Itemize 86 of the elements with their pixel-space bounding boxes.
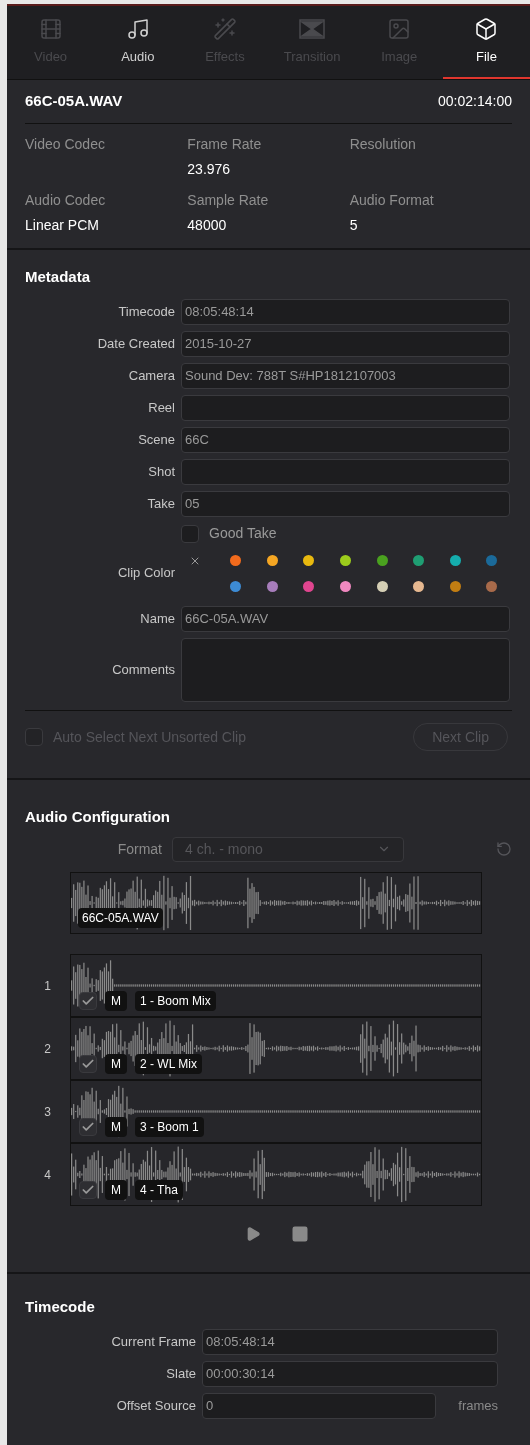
color-swatch[interactable] <box>449 555 461 566</box>
mute-button[interactable]: M <box>105 1117 127 1137</box>
comments-field[interactable] <box>181 637 510 702</box>
color-swatch[interactable] <box>376 580 388 592</box>
text-field[interactable]: 05 <box>181 490 510 517</box>
info-label: Audio Format <box>349 191 435 210</box>
check-icon <box>81 994 95 1008</box>
info-value: Linear PCM <box>25 216 100 235</box>
text-field[interactable]: 08:05:48:14 <box>202 1328 498 1355</box>
tab[interactable]: File <box>442 6 530 79</box>
text-field[interactable]: 08:05:48:14 <box>181 298 510 325</box>
field-label: Reel <box>147 398 175 417</box>
info-label: Frame Rate <box>187 135 263 154</box>
clip-duration: 00:02:14:00 <box>438 92 512 111</box>
color-swatch[interactable] <box>340 555 351 566</box>
field-label: Date Created <box>96 334 175 353</box>
field-label: Offset Source <box>115 1396 196 1415</box>
color-swatch[interactable] <box>486 580 498 592</box>
channel-label: 1 - Boom Mix <box>135 991 216 1011</box>
info-label: Sample Rate <box>187 191 270 210</box>
tab[interactable]: Audio <box>94 6 182 79</box>
field-label: Slate <box>165 1364 196 1383</box>
field-label: Clip Color <box>116 564 175 583</box>
checkbox[interactable] <box>181 524 199 543</box>
info-value: 23.976 <box>187 160 232 179</box>
checkbox[interactable] <box>79 1181 97 1199</box>
color-swatch[interactable] <box>486 555 498 566</box>
text-field[interactable]: 0 <box>202 1392 436 1419</box>
field-label: Shot <box>147 462 175 481</box>
color-swatch[interactable] <box>230 555 242 566</box>
text-field[interactable]: 66C <box>181 426 510 453</box>
checkbox[interactable] <box>79 1055 97 1073</box>
text-field[interactable] <box>181 458 510 485</box>
channel-label: 3 - Boom 1 <box>135 1117 204 1137</box>
color-swatch[interactable] <box>413 555 425 566</box>
field-label: Camera <box>127 366 175 385</box>
section-title: Audio Configuration <box>25 806 171 827</box>
text-field[interactable]: 66C-05A.WAV <box>181 605 510 632</box>
check-icon <box>81 1183 95 1197</box>
channel-label: 2 - WL Mix <box>135 1054 202 1074</box>
text-field[interactable]: Sound Dev: 788T S#HP1812107003 <box>181 362 510 389</box>
color-swatch[interactable] <box>266 580 278 592</box>
field-label: Format <box>116 839 163 859</box>
field-label: Scene <box>137 430 175 449</box>
section-title: Timecode <box>25 1297 96 1317</box>
waveform-label: 66C-05A.WAV <box>78 908 163 928</box>
color-swatch[interactable] <box>340 580 351 592</box>
channel-number: 3 <box>43 1103 52 1121</box>
info-value: 5 <box>349 216 359 235</box>
check-icon <box>81 1057 95 1071</box>
color-swatch[interactable] <box>303 580 315 592</box>
color-swatch[interactable] <box>230 580 242 592</box>
section-title: Metadata <box>25 267 92 287</box>
field-label: Current Frame <box>110 1332 196 1351</box>
mute-button[interactable]: M <box>105 991 127 1011</box>
mute-button[interactable]: M <box>105 1180 127 1200</box>
checkbox[interactable] <box>79 1118 97 1136</box>
unit-label: frames <box>457 1396 498 1415</box>
text-field[interactable]: 2015-10-27 <box>181 330 510 357</box>
channel-number: 2 <box>43 1040 52 1058</box>
stop-icon[interactable] <box>290 1225 309 1243</box>
field-label: Comments <box>111 660 175 679</box>
text-field[interactable] <box>181 394 510 421</box>
clip-name: 66C-05A.WAV <box>25 91 123 112</box>
channel-number: 4 <box>43 1166 52 1184</box>
check-icon <box>81 1120 95 1134</box>
checkbox[interactable] <box>79 992 97 1010</box>
text-field[interactable]: 00:00:30:14 <box>202 1360 498 1387</box>
field-label: Name <box>139 609 175 628</box>
info-value: 48000 <box>187 216 228 235</box>
info-label: Video Codec <box>25 135 106 154</box>
color-swatch[interactable] <box>303 555 315 566</box>
channel-number: 1 <box>43 977 52 995</box>
checkbox-label: Good Take <box>209 524 277 543</box>
transition-icon <box>299 16 326 41</box>
info-label: Audio Codec <box>25 191 107 210</box>
info-label: Resolution <box>349 135 417 154</box>
field-label: Take <box>146 494 175 513</box>
magic-wand-icon <box>211 16 238 41</box>
mute-button[interactable]: M <box>105 1054 127 1074</box>
field-label: Timecode <box>117 302 175 321</box>
color-swatch[interactable] <box>376 555 388 566</box>
color-swatch[interactable] <box>266 555 278 566</box>
color-swatch[interactable] <box>413 580 425 592</box>
color-swatch[interactable] <box>449 580 461 592</box>
channel-label: 4 - Tha <box>135 1180 183 1200</box>
